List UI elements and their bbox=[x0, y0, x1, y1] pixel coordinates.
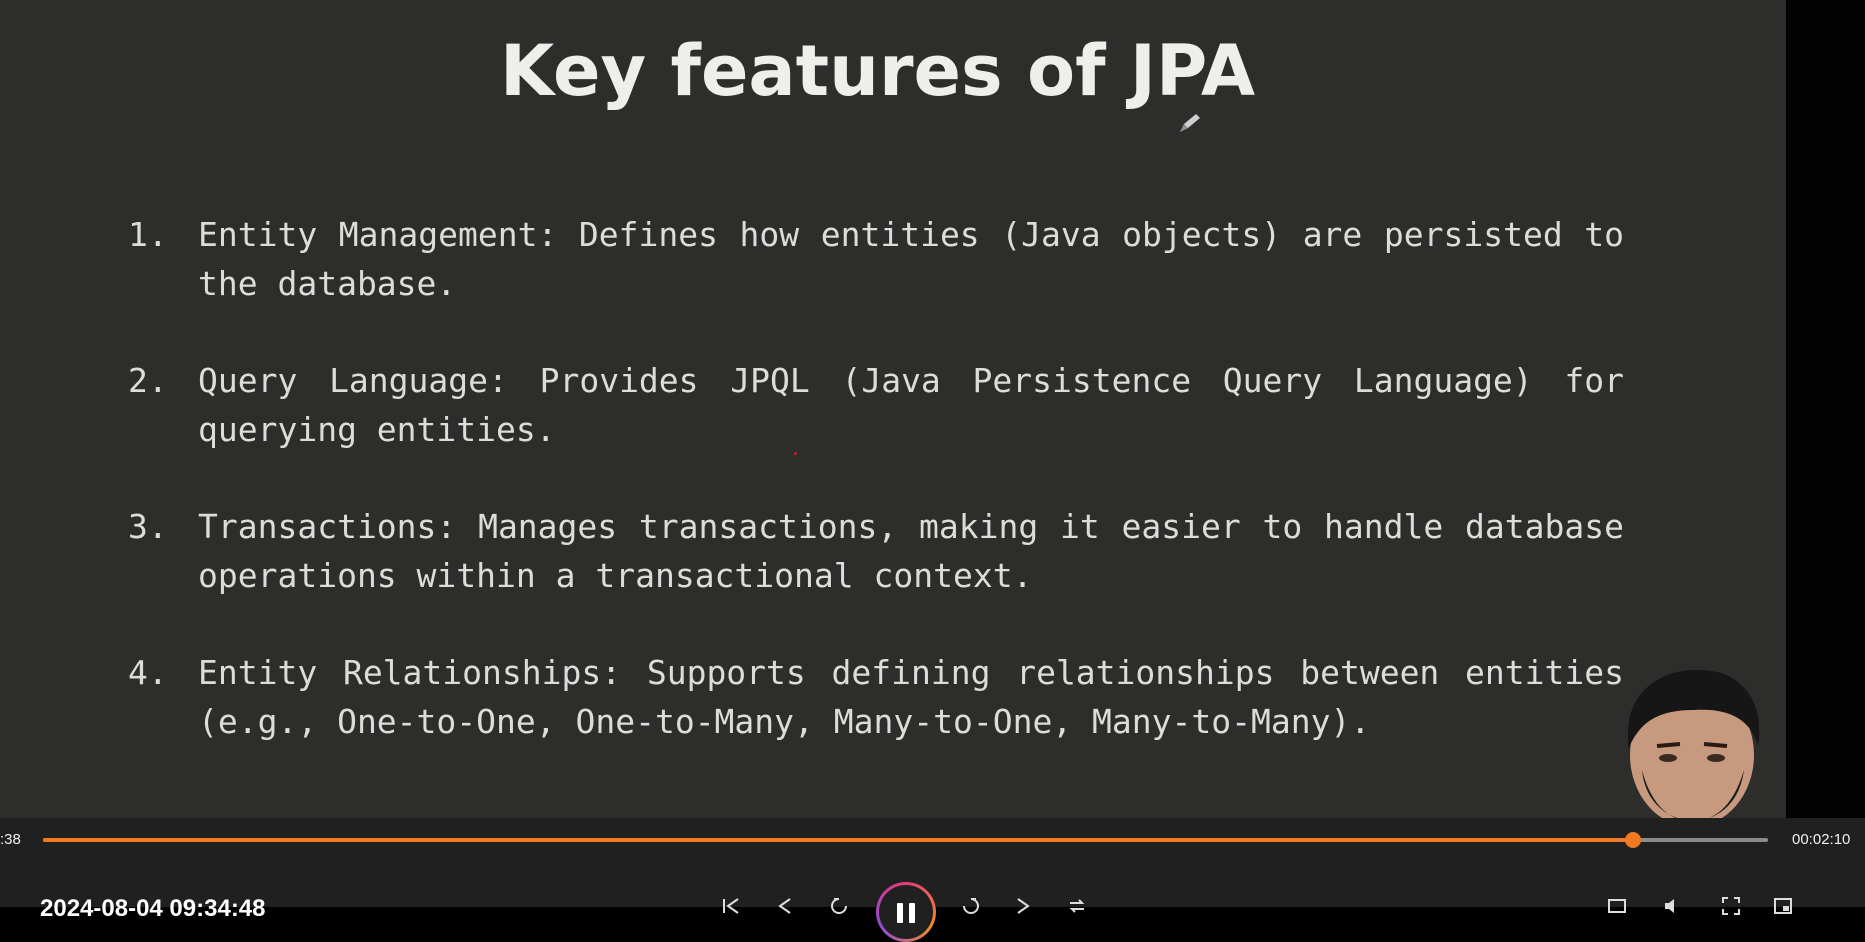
player-controls bbox=[0, 818, 1865, 907]
subtitles-icon[interactable] bbox=[1606, 895, 1628, 917]
list-number: 3. bbox=[128, 507, 168, 546]
current-time: :38 bbox=[0, 831, 21, 848]
list-item: 4. Entity Relationships: Supports defini… bbox=[128, 648, 1624, 746]
list-number: 2. bbox=[128, 361, 168, 400]
play-pause-button[interactable] bbox=[876, 882, 936, 942]
forward-icon[interactable] bbox=[960, 895, 982, 917]
next-icon[interactable] bbox=[1012, 895, 1034, 917]
list-item: 2. Query Language: Provides JPQL (Java P… bbox=[128, 356, 1624, 454]
list-text: Transactions: Manages transactions, maki… bbox=[198, 507, 1624, 595]
repeat-icon[interactable] bbox=[1066, 895, 1088, 917]
list-text: Entity Management: Defines how entities … bbox=[198, 215, 1624, 303]
pencil-icon bbox=[1180, 114, 1200, 132]
list-text: Entity Relationships: Supports defining … bbox=[198, 653, 1624, 741]
recording-date: 2024-08-04 09:34:48 bbox=[40, 895, 266, 922]
list-item: 1. Entity Management: Defines how entiti… bbox=[128, 210, 1624, 308]
pause-bar bbox=[897, 903, 903, 923]
pause-icon bbox=[879, 885, 933, 939]
list-number: 4. bbox=[128, 653, 168, 692]
rewind-icon[interactable] bbox=[828, 895, 850, 917]
total-time: 00:02:10 bbox=[1792, 831, 1851, 848]
list-text: Query Language: Provides JPQL (Java Pers… bbox=[198, 361, 1624, 449]
previous-icon[interactable] bbox=[774, 895, 796, 917]
seek-bar[interactable] bbox=[43, 832, 1768, 848]
list-item: 3. Transactions: Manages transactions, m… bbox=[128, 502, 1624, 600]
skip-back-icon[interactable] bbox=[720, 895, 742, 917]
pip-icon[interactable] bbox=[1772, 895, 1794, 917]
seek-progress bbox=[43, 838, 1634, 842]
volume-icon[interactable] bbox=[1662, 895, 1684, 917]
laser-pointer-dot bbox=[794, 452, 797, 455]
list-number: 1. bbox=[128, 215, 168, 254]
pause-bar bbox=[909, 903, 915, 923]
feature-list: 1. Entity Management: Defines how entiti… bbox=[128, 210, 1624, 794]
slide: Key features of JPA 1. Entity Management… bbox=[0, 0, 1786, 818]
fullscreen-icon[interactable] bbox=[1720, 895, 1742, 917]
slide-title: Key features of JPA bbox=[500, 30, 1255, 112]
